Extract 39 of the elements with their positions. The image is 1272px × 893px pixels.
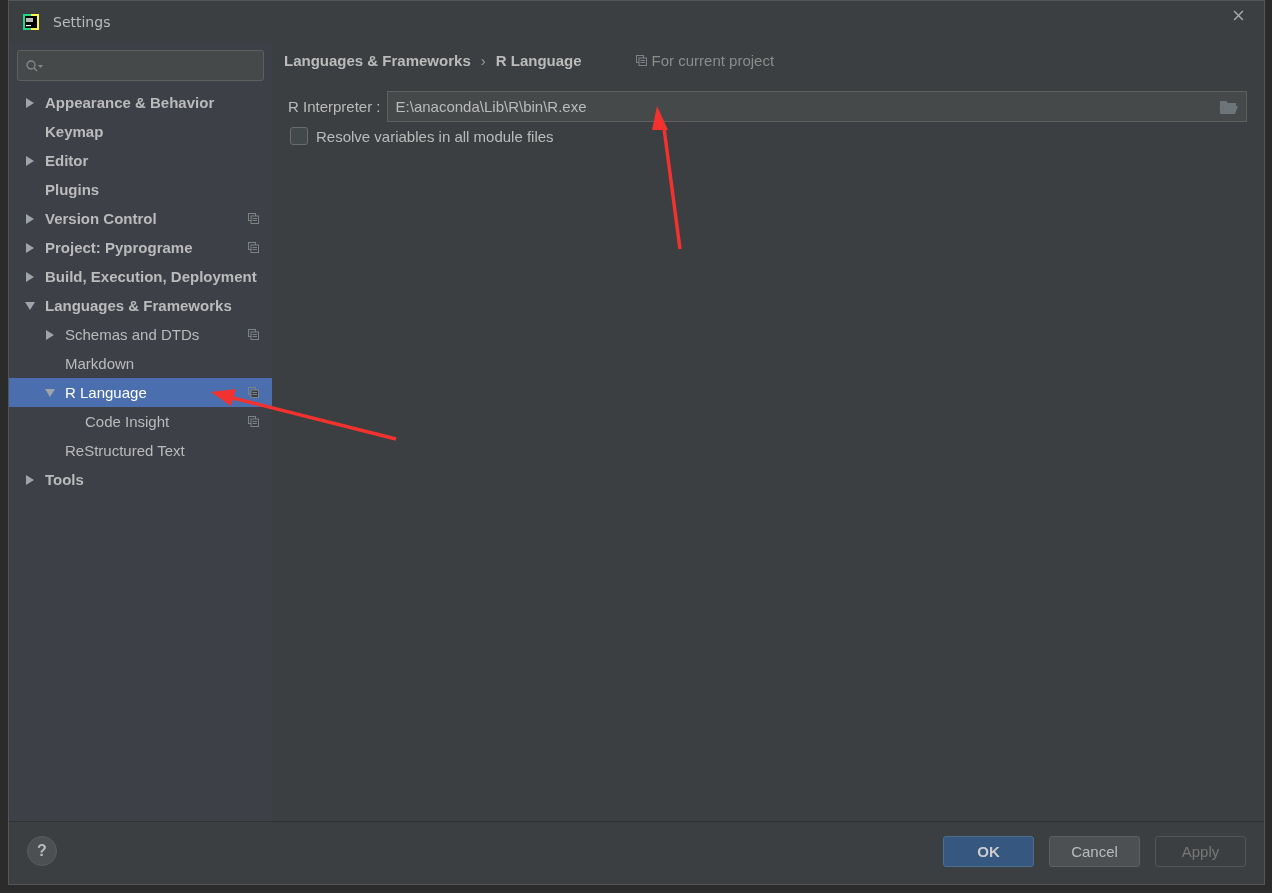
tree-item[interactable]: Code Insight xyxy=(9,407,272,436)
collapsed-triangle-icon[interactable] xyxy=(25,97,35,108)
breadcrumb-item: Languages & Frameworks xyxy=(284,51,471,69)
collapsed-triangle-icon[interactable] xyxy=(25,213,35,224)
tree-item[interactable]: Schemas and DTDs xyxy=(9,320,272,349)
tree-item[interactable]: Keymap xyxy=(9,117,272,146)
search-field[interactable] xyxy=(17,50,264,81)
collapsed-triangle-icon[interactable] xyxy=(25,474,35,485)
tree-item[interactable]: Project: Pyprograme xyxy=(9,233,272,262)
interpreter-field[interactable]: E:\anaconda\Lib\R\bin\R.exe xyxy=(386,91,1247,122)
breadcrumb-separator: › xyxy=(480,51,486,69)
help-button[interactable]: ? xyxy=(27,836,57,866)
window-title: Settings xyxy=(53,14,112,30)
field-label: R Interpreter : xyxy=(287,98,381,115)
app-logo-icon xyxy=(23,14,39,30)
dialog-button[interactable]: Cancel xyxy=(1049,835,1140,867)
collapsed-triangle-icon[interactable] xyxy=(25,242,35,253)
collapsed-triangle-icon[interactable] xyxy=(25,155,35,166)
tree-item[interactable]: Markdown xyxy=(9,349,272,378)
checkbox-label: Resolve variables in all module files xyxy=(316,127,554,145)
collapsed-triangle-icon[interactable] xyxy=(25,271,35,282)
checkbox[interactable] xyxy=(290,127,308,145)
scope-note: For current project xyxy=(651,51,775,69)
expanded-triangle-icon[interactable] xyxy=(25,300,35,311)
close-icon[interactable] xyxy=(1233,9,1244,21)
tree-item[interactable]: Plugins xyxy=(9,175,272,204)
tree-item[interactable]: Languages & Frameworks xyxy=(9,291,272,320)
breadcrumb-item: R Language xyxy=(495,51,582,69)
tree-item[interactable]: Build, Execution, Deployment xyxy=(9,262,272,291)
tree-item[interactable]: R Language xyxy=(9,378,272,407)
copy-icon xyxy=(635,54,647,66)
dialog-button[interactable]: OK xyxy=(943,835,1034,867)
tree-item[interactable]: Appearance & Behavior xyxy=(9,88,272,117)
search-icon xyxy=(26,59,44,72)
collapsed-triangle-icon[interactable] xyxy=(45,329,55,340)
tree-item[interactable]: ReStructured Text xyxy=(9,436,272,465)
tree-item[interactable]: Version Control xyxy=(9,204,272,233)
tree-item[interactable]: Tools xyxy=(9,465,272,494)
tree-item[interactable]: Editor xyxy=(9,146,272,175)
